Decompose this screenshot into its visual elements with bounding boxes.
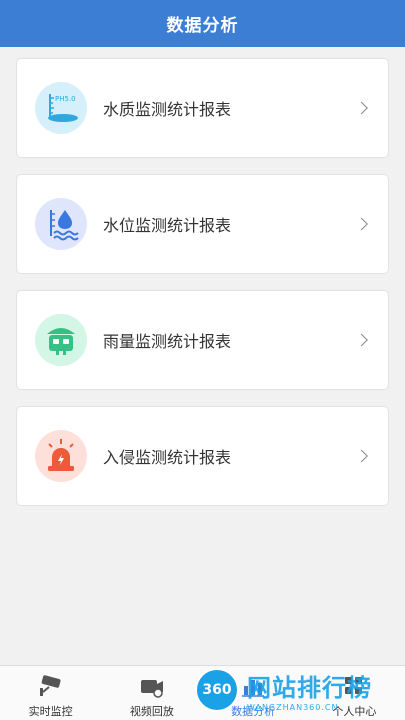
report-card-water-quality[interactable]: PH5.0 水质监测统计报表 [16, 58, 389, 158]
report-label: 水位监测统计报表 [103, 216, 232, 235]
chevron-right-icon [355, 449, 368, 463]
tab-label: 视频回放 [129, 705, 174, 718]
report-label: 雨量监测统计报表 [103, 332, 232, 351]
camera-icon [36, 672, 66, 700]
report-card-rainfall[interactable]: 雨量监测统计报表 [16, 290, 389, 390]
report-card-intrusion[interactable]: 入侵监测统计报表 [16, 406, 389, 506]
watermark-logo: 360 网站排行榜 WANGZHAN360.CN [195, 660, 405, 720]
chevron-right-icon [355, 101, 368, 115]
report-label: 入侵监测统计报表 [103, 448, 232, 467]
rainfall-icon [35, 314, 87, 366]
watermark-text: 网站排行榜 WANGZHAN360.CN [247, 668, 372, 712]
page-title: 数据分析 [166, 16, 239, 36]
tab-realtime-monitor[interactable]: 实时监控 [0, 666, 101, 720]
watermark-badge: 360 [195, 668, 239, 712]
video-playback-icon [137, 672, 167, 700]
ph-value-text: PH5.0 [55, 95, 76, 103]
watermark-main-text: 网站排行榜 [247, 674, 372, 702]
header-bar: 数据分析 [0, 0, 405, 47]
report-label: 水质监测统计报表 [103, 100, 232, 119]
tab-video-playback[interactable]: 视频回放 [101, 666, 202, 720]
watermark-sub-text: WANGZHAN360.CN [247, 703, 339, 712]
report-list: PH5.0 水质监测统计报表 水位监测统计报表 雨量监测统计报表 入侵监测统计报… [16, 58, 389, 522]
tab-label: 实时监控 [28, 705, 73, 718]
report-card-water-level[interactable]: 水位监测统计报表 [16, 174, 389, 274]
chevron-right-icon [355, 333, 368, 347]
water-quality-icon: PH5.0 [35, 82, 87, 134]
water-level-icon [35, 198, 87, 250]
chevron-right-icon [355, 217, 368, 231]
alarm-icon [35, 430, 87, 482]
